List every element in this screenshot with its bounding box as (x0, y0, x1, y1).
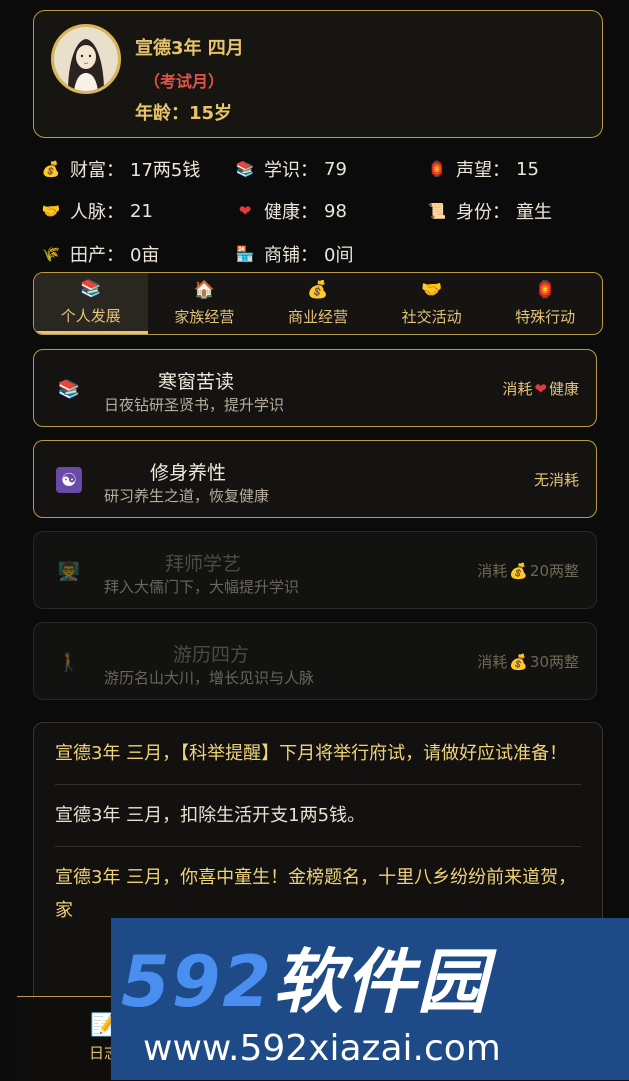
stat-connections: 🤝 人脉： 21 (40, 198, 153, 224)
stat-value: 21 (130, 200, 153, 222)
age-label: 年龄：15岁 (135, 103, 233, 124)
tab-family-management[interactable]: 🏠 家族经营 (148, 273, 262, 334)
cost-prefix: 无消耗 (533, 471, 579, 489)
tab-special-actions[interactable]: 🏮 特殊行动 (488, 273, 602, 334)
tab-label: 商业经营 (287, 308, 348, 326)
tab-label: 社交活动 (401, 308, 462, 326)
stat-health: ❤ 健康： 98 (234, 198, 347, 224)
lantern-icon: 🏮 (534, 280, 556, 300)
heart-icon: ❤ (238, 202, 252, 220)
money-bag-icon: 💰 (509, 561, 528, 580)
stat-reputation: 🏮 声望： 15 (426, 156, 539, 182)
tab-personal-development[interactable]: 📚 个人发展 (34, 273, 148, 334)
money-bag-icon: 💰 (509, 652, 528, 671)
stat-value: 79 (324, 158, 347, 180)
action-travel[interactable]: 🚶 游历四方 游历名山大川，增长见识与人脉 消耗 💰 30两整 (33, 622, 597, 700)
walking-person-icon: 🚶 (57, 651, 81, 673)
cost-prefix: 消耗 (477, 653, 508, 671)
action-title: 修身养性 (150, 462, 227, 484)
character-card: 宣德3年 四月 （考试月） 年龄：15岁 (33, 10, 603, 138)
lantern-icon: 🏮 (427, 160, 447, 178)
action-description: 日夜钻研圣贤书，提升学识 (104, 396, 285, 414)
category-tabs: 📚 个人发展 🏠 家族经营 💰 商业经营 🤝 社交活动 🏮 特殊行动 (33, 272, 603, 335)
stat-label: 学识： (264, 160, 318, 181)
tab-business[interactable]: 💰 商业经营 (261, 273, 375, 334)
action-description: 拜入大儒门下，大幅提升学识 (104, 578, 300, 596)
stat-status: 📜 身份： 童生 (426, 198, 552, 224)
action-apprentice[interactable]: 👨‍🏫 拜师学艺 拜入大儒门下，大幅提升学识 消耗 💰 20两整 (33, 531, 597, 609)
action-cost: 消耗 💰 20两整 (477, 560, 579, 581)
stat-label: 健康： (264, 202, 318, 223)
stat-label: 人脉： (70, 202, 124, 223)
avatar[interactable] (51, 24, 121, 94)
stat-label: 商铺： (264, 245, 318, 266)
action-cultivate-self[interactable]: ☯ 修身养性 研习养生之道，恢复健康 无消耗 (33, 440, 597, 518)
action-study-hard[interactable]: 📚 寒窗苦读 日夜钻研圣贤书，提升学识 消耗 ❤ 健康 (33, 349, 597, 427)
cost-text: 健康 (548, 380, 579, 398)
yin-yang-icon: ☯ (56, 467, 82, 493)
action-title: 寒窗苦读 (158, 371, 235, 393)
shop-icon: 🏪 (235, 245, 255, 263)
cost-prefix: 消耗 (502, 380, 533, 398)
action-cost: 消耗 💰 30两整 (477, 651, 579, 672)
tab-label: 特殊行动 (515, 308, 576, 326)
books-icon: 📚 (235, 160, 255, 178)
stat-farmland: 🌾 田产： 0亩 (40, 241, 160, 267)
tab-label: 家族经营 (174, 308, 235, 326)
stat-wealth: 💰 财富： 17两5钱 (40, 156, 201, 182)
stat-label: 财富： (70, 160, 124, 181)
money-bag-icon: 💰 (41, 160, 61, 178)
books-icon: 📚 (80, 278, 102, 299)
stat-label: 田产： (70, 245, 124, 266)
house-icon: 🏠 (193, 280, 215, 300)
stat-knowledge: 📚 学识： 79 (234, 156, 347, 182)
watermark-logo: 592软件园 www.592xiazai.com (111, 918, 629, 1080)
exam-month-tag: （考试月） (144, 72, 225, 91)
action-cost: 消耗 ❤ 健康 (502, 378, 579, 399)
money-bag-icon: 💰 (307, 280, 329, 300)
tab-label: 个人发展 (60, 306, 121, 325)
action-description: 研习养生之道，恢复健康 (104, 487, 270, 505)
action-title: 游历四方 (173, 644, 250, 666)
stat-value: 98 (324, 200, 347, 222)
game-date: 宣德3年 四月 (135, 38, 244, 59)
stat-value: 0亩 (130, 245, 160, 266)
stat-value: 15 (516, 158, 539, 180)
cost-prefix: 消耗 (477, 562, 508, 580)
cost-text: 20两整 (529, 562, 579, 580)
watermark-url: www.592xiazai.com (143, 1028, 501, 1069)
log-entry: 宣德3年 三月，扣除生活开支1两5钱。 (55, 785, 581, 847)
books-icon: 📚 (57, 378, 81, 400)
handshake-icon: 🤝 (420, 280, 443, 300)
rice-icon: 🌾 (41, 245, 61, 263)
stat-label: 声望： (456, 160, 510, 181)
tab-social[interactable]: 🤝 社交活动 (375, 273, 489, 334)
stat-value: 0间 (324, 245, 354, 266)
scroll-icon: 📜 (427, 202, 447, 220)
heart-icon: ❤ (534, 379, 547, 398)
teacher-icon: 👨‍🏫 (57, 560, 81, 582)
stat-shops: 🏪 商铺： 0间 (234, 241, 354, 267)
stat-label: 身份： (456, 202, 510, 223)
stat-value: 17两5钱 (130, 160, 201, 181)
cost-text: 30两整 (529, 653, 579, 671)
action-cost: 无消耗 (534, 469, 579, 490)
handshake-icon: 🤝 (41, 202, 61, 220)
watermark-brand: 592软件园 (121, 941, 490, 1023)
action-title: 拜师学艺 (165, 553, 242, 575)
action-description: 游历名山大川，增长见识与人脉 (104, 669, 315, 687)
stat-value: 童生 (516, 202, 552, 223)
log-entry: 宣德3年 三月，【科举提醒】下月将举行府试，请做好应试准备！ (55, 723, 581, 785)
